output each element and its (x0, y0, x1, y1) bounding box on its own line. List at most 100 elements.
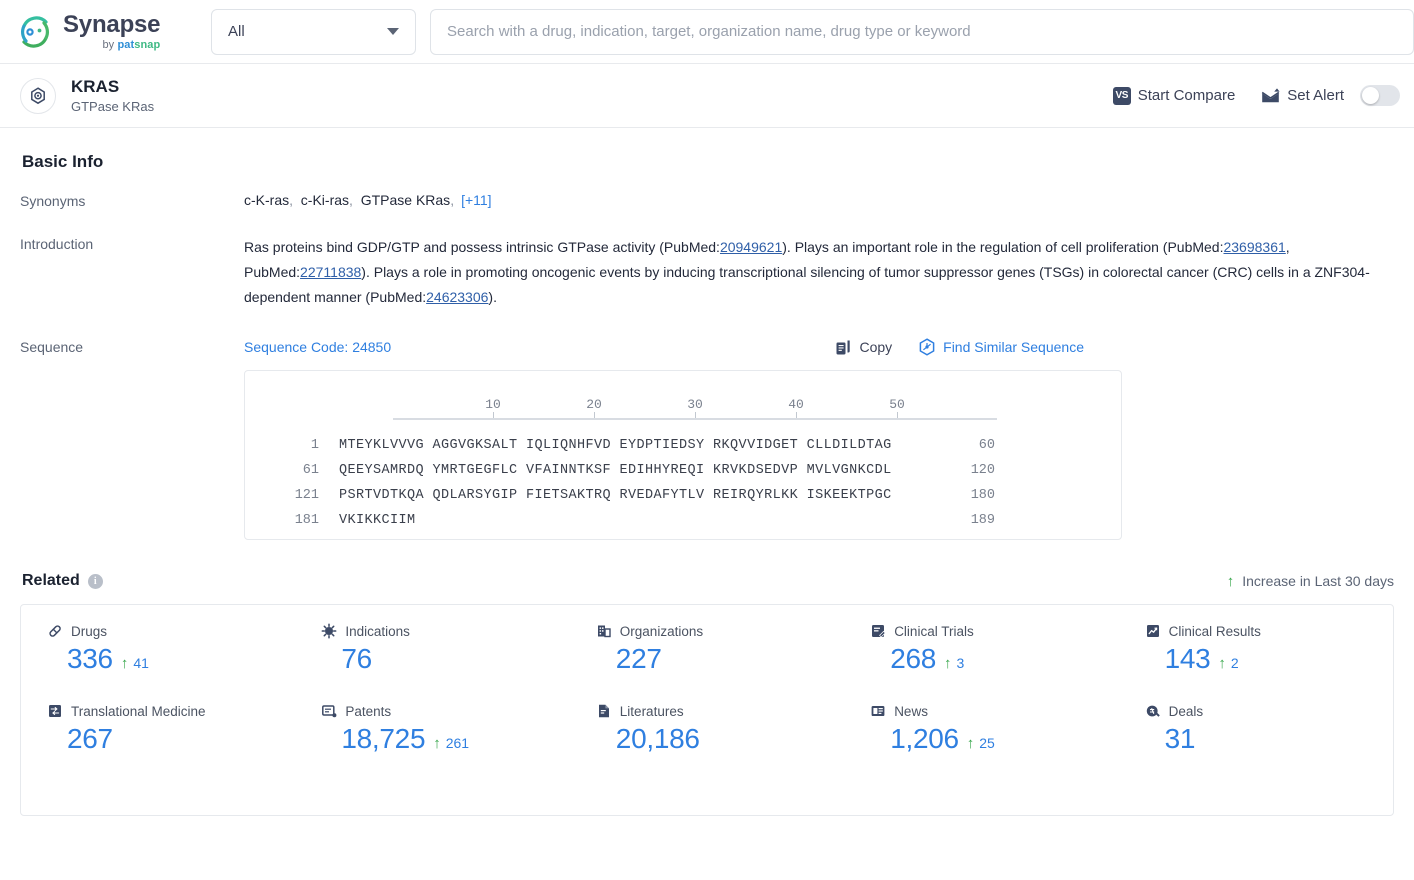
intro-text: ). Plays an important role in the regula… (782, 239, 1224, 255)
top-search-bar: Synapse by patsnap All (0, 0, 1414, 64)
stat-clinical-results[interactable]: Clinical Results 143 ↑ 2 (1119, 623, 1393, 703)
stat-organizations[interactable]: Organizations 227 (570, 623, 844, 703)
stat-value[interactable]: 268 (890, 643, 936, 675)
stat-value[interactable]: 227 (616, 643, 662, 675)
arrow-up-icon: ↑ (433, 735, 441, 752)
stat-value[interactable]: 76 (341, 643, 372, 675)
ruler-tick-label: 10 (485, 397, 501, 412)
start-compare-button[interactable]: VS Start Compare (1112, 86, 1236, 105)
translational-icon (47, 703, 63, 719)
related-legend-label: Increase in Last 30 days (1242, 573, 1394, 589)
synonyms-more-link[interactable]: [+11] (461, 192, 492, 208)
introduction-text: Ras proteins bind GDP/GTP and possess in… (244, 235, 1394, 310)
virus-icon (321, 623, 337, 639)
stat-label: Patents (345, 703, 392, 719)
arrow-up-icon: ↑ (966, 735, 975, 752)
arrow-up-icon: ↑ (120, 655, 129, 672)
stat-literatures[interactable]: Literatures 20,186 (570, 703, 844, 783)
synonyms-label: Synonyms (20, 193, 86, 209)
stat-clinical-trials[interactable]: Clinical Trials 268 ↑ 3 (844, 623, 1118, 703)
stat-delta-value: 3 (956, 655, 965, 671)
sequence-ruler: 10 20 30 40 50 (393, 397, 997, 420)
introduction-label: Introduction (20, 236, 94, 252)
sequence-line: 61 QEEYSAMRDQ YMRTGEGFLC VFAINNTKSF EDIH… (271, 458, 995, 483)
sequence-row: Sequence Sequence Code: 24850 Copy Find … (20, 310, 1394, 540)
literature-icon (596, 703, 612, 719)
target-icon (20, 77, 56, 114)
deals-icon (1145, 703, 1161, 719)
synonym-item: GTPase KRas (360, 192, 451, 208)
synonyms-row: Synonyms c-K-ras, c-Ki-ras, GTPase KRas,… (20, 172, 1394, 209)
results-icon (1145, 623, 1161, 639)
introduction-row: Introduction Ras proteins bind GDP/GTP a… (20, 209, 1394, 310)
main-content: Basic Info Synonyms c-K-ras, c-Ki-ras, G… (0, 128, 1414, 816)
basic-info-title: Basic Info (22, 152, 104, 171)
capsule-icon (47, 623, 63, 639)
sequence-end-index: 60 (978, 438, 995, 453)
arrow-up-icon: ↑ (944, 655, 952, 672)
trial-icon (870, 623, 886, 639)
pubmed-link[interactable]: 24623306 (426, 289, 488, 305)
patent-icon (321, 703, 337, 719)
category-select[interactable]: All (211, 8, 416, 55)
pubmed-link[interactable]: 22711838 (300, 264, 361, 280)
ruler-tick-label: 50 (889, 397, 905, 412)
stat-value[interactable]: 18,725 (341, 723, 425, 755)
entity-header: KRAS GTPase KRas VS Start Compare Set Al… (0, 64, 1414, 128)
sequence-line: 1 MTEYKLVVVG AGGVGKSALT IQLIQNHFVD EYDPT… (271, 433, 995, 458)
find-similar-icon (918, 338, 936, 356)
stat-value[interactable]: 143 (1165, 643, 1211, 675)
copy-sequence-button[interactable]: Copy (835, 339, 892, 356)
stat-delta: ↑ 25 (967, 735, 995, 752)
search-input[interactable] (445, 22, 1399, 41)
logo-snap: snap (134, 38, 161, 51)
stat-news[interactable]: News 1,206 ↑ 25 (844, 703, 1118, 783)
arrow-up-icon: ↑ (1218, 655, 1226, 672)
stat-label: Literatures (619, 703, 684, 719)
synonyms-value: c-K-ras, c-Ki-ras, GTPase KRas, [+11] (244, 192, 492, 208)
stat-value[interactable]: 336 (67, 643, 113, 675)
stat-value[interactable]: 31 (1165, 723, 1196, 755)
set-alert-label: Set Alert (1287, 87, 1344, 104)
related-header: Related i ↑ Increase in Last 30 days (20, 540, 1394, 590)
start-compare-label: Start Compare (1137, 87, 1236, 104)
sequence-residues: VKIKKCIIM (339, 513, 416, 528)
stat-label: News (894, 703, 928, 719)
info-icon[interactable]: i (87, 573, 103, 589)
set-alert-toggle[interactable] (1360, 85, 1400, 106)
news-icon (870, 703, 886, 719)
stat-drugs[interactable]: Drugs 336 ↑ 41 (21, 623, 295, 703)
intro-text: Ras proteins bind GDP/GTP and possess in… (244, 239, 720, 255)
arrow-up-icon: ↑ (1226, 572, 1235, 590)
pubmed-link[interactable]: 20949621 (720, 239, 782, 255)
stat-delta-value: 261 (445, 735, 470, 751)
sequence-viewer: 10 20 30 40 50 1 MTEYKLVVVG AGGVGKSALT I (244, 370, 1122, 540)
sequence-residues: PSRTVDTKQA QDLARSYGIP FIETSAKTRQ RVEDAFY… (339, 488, 892, 503)
stat-translational-medicine[interactable]: Translational Medicine 267 (21, 703, 295, 783)
stat-delta: ↑ 2 (1218, 655, 1238, 672)
sequence-header: Sequence Code: 24850 Copy Find Similar S… (244, 338, 1394, 356)
stat-value[interactable]: 267 (67, 723, 113, 755)
stat-indications[interactable]: Indications 76 (295, 623, 569, 703)
stat-value[interactable]: 20,186 (616, 723, 700, 755)
stat-patents[interactable]: Patents 18,725 ↑ 261 (295, 703, 569, 783)
vs-icon: VS (1112, 86, 1131, 105)
app-logo[interactable]: Synapse by patsnap (16, 12, 196, 51)
sequence-code-link[interactable]: Sequence Code: 24850 (244, 339, 391, 355)
stat-delta-value: 41 (133, 655, 149, 671)
ruler-tick-label: 40 (788, 397, 804, 412)
sequence-start-index: 61 (302, 463, 319, 478)
related-stats-card: Drugs 336 ↑ 41 Indications 76 Organizati… (20, 604, 1394, 816)
stat-deals[interactable]: Deals 31 (1119, 703, 1393, 783)
pubmed-link[interactable]: 23698361 (1223, 239, 1285, 255)
sequence-start-index: 1 (310, 438, 319, 453)
stat-value[interactable]: 1,206 (890, 723, 959, 755)
stat-label: Translational Medicine (71, 703, 206, 719)
stat-label: Clinical Trials (894, 623, 974, 639)
find-similar-sequence-button[interactable]: Find Similar Sequence (918, 338, 1084, 356)
set-alert-button[interactable]: Set Alert (1261, 85, 1400, 106)
search-box[interactable] (430, 8, 1414, 55)
sequence-end-index: 180 (970, 488, 995, 503)
sequence-residues: MTEYKLVVVG AGGVGKSALT IQLIQNHFVD EYDPTIE… (339, 438, 892, 453)
stat-delta: ↑ 261 (433, 735, 469, 752)
